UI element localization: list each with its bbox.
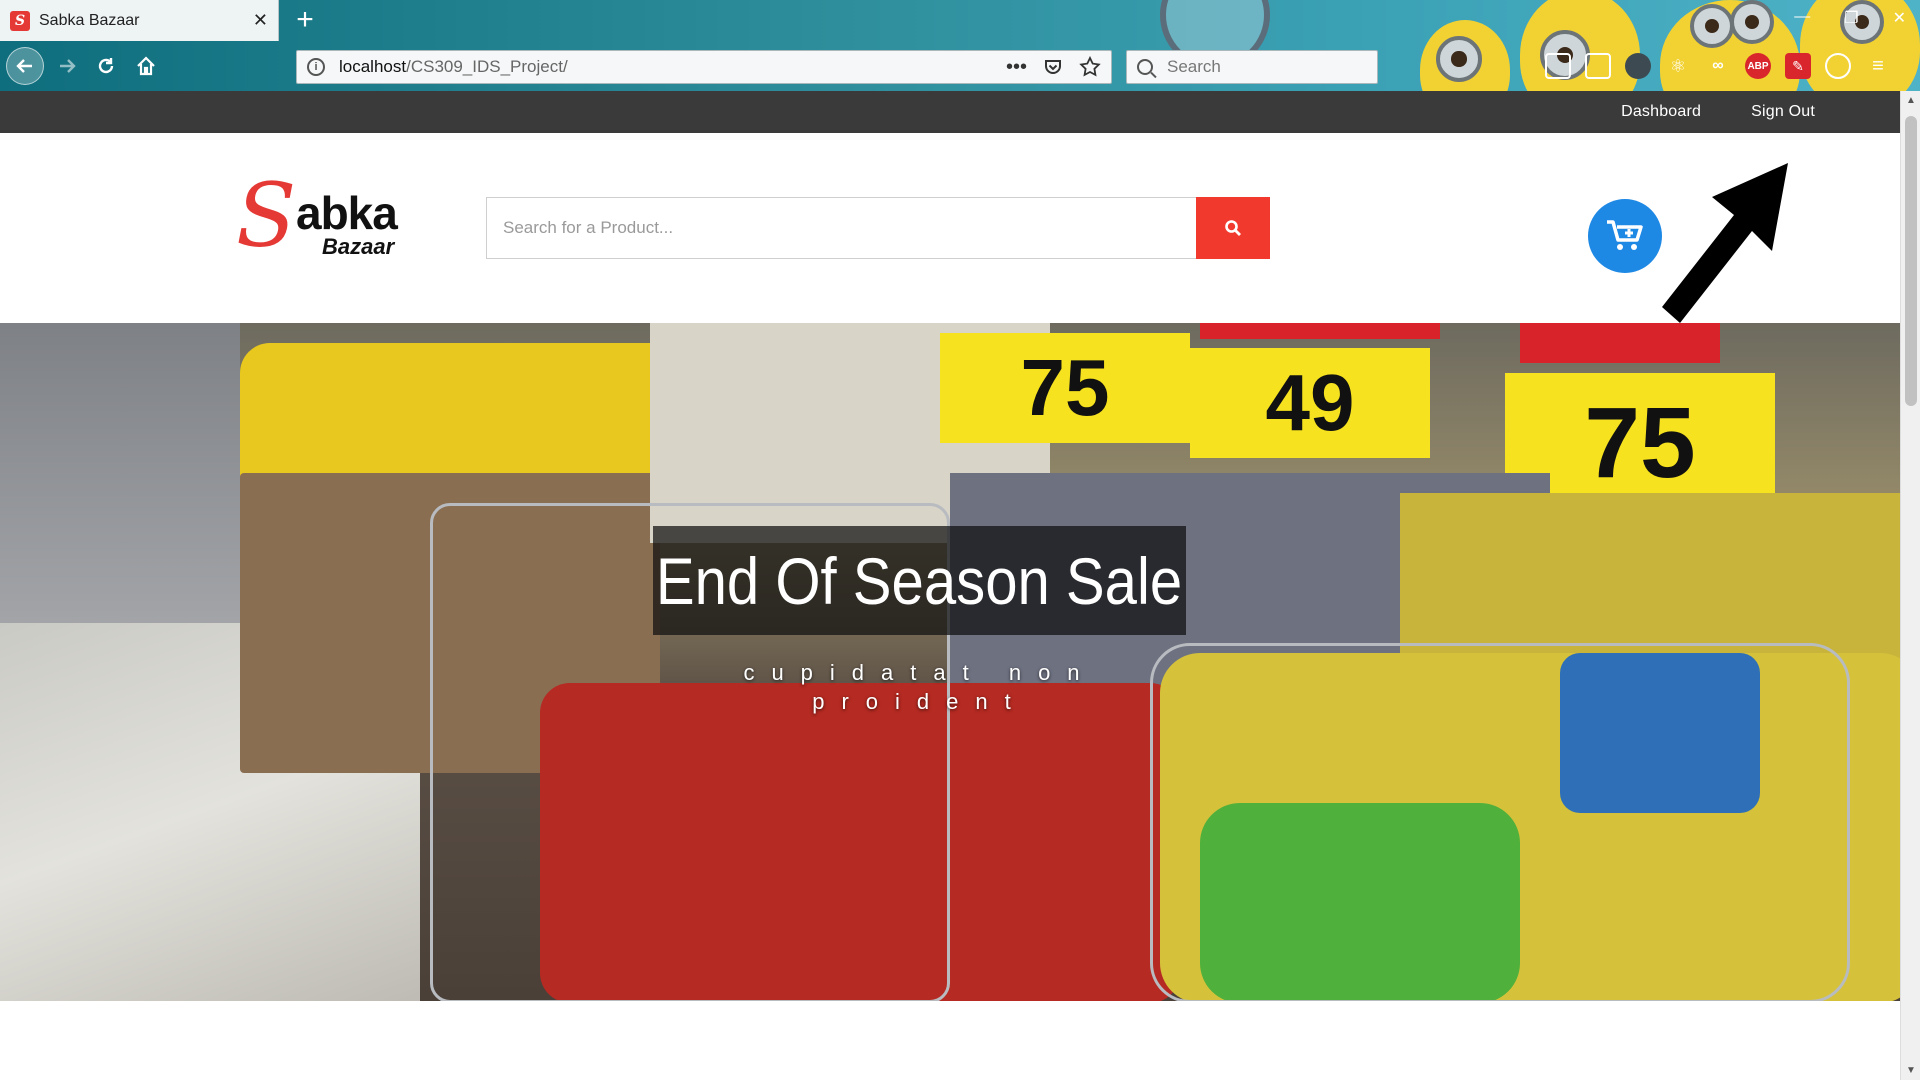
pen-icon[interactable]: ✎ [1785, 53, 1811, 79]
account-icon[interactable] [1825, 53, 1851, 79]
hero-red-band-decoration [1200, 323, 1440, 339]
page-scrollbar[interactable]: ▲ ▼ [1900, 91, 1920, 1080]
sidebar-icon[interactable] [1585, 53, 1611, 79]
site-topbar: Dashboard Sign Out [0, 91, 1900, 133]
window-controls: — ❐ ✕ [1794, 8, 1906, 28]
product-search [486, 197, 1270, 259]
browser-search-placeholder: Search [1167, 57, 1221, 76]
pocket-icon[interactable] [1043, 57, 1063, 77]
hero-cart-decoration [1150, 643, 1850, 1001]
atom-icon[interactable]: ⚛ [1665, 53, 1691, 79]
menu-icon[interactable]: ≡ [1865, 53, 1891, 79]
scrollbar-thumb[interactable] [1905, 116, 1917, 406]
search-icon [1225, 220, 1241, 236]
annotation-arrow-icon [1662, 163, 1788, 323]
tab-sabka-bazaar[interactable]: S Sabka Bazaar ✕ [0, 0, 279, 41]
reload-button[interactable] [87, 47, 125, 85]
browser-search-bar[interactable]: Search [1126, 50, 1378, 84]
extension-toolbar: ⚛ ∞ ABP ✎ ≡ [1545, 53, 1891, 79]
price-tag: 49 [1190, 348, 1430, 458]
dashboard-link[interactable]: Dashboard [1621, 103, 1701, 121]
site-header: S abka Bazaar [0, 133, 1900, 323]
hero-red-band-decoration [1520, 323, 1720, 363]
logo-s-glyph: S [236, 164, 297, 267]
scroll-up-icon[interactable]: ▲ [1906, 95, 1916, 106]
back-button[interactable] [6, 47, 44, 85]
new-tab-button[interactable]: + [288, 4, 322, 38]
page-content-below-hero [0, 1001, 1900, 1080]
close-tab-icon[interactable]: ✕ [253, 10, 268, 31]
more-actions-icon[interactable]: ••• [1006, 56, 1027, 79]
url-bar[interactable]: i localhost /CS309_IDS_Project/ ••• [296, 50, 1112, 84]
glasses-icon[interactable]: ∞ [1705, 53, 1731, 79]
search-icon [1137, 59, 1153, 75]
logo-word-bazaar: Bazaar [322, 234, 395, 259]
hero-banner: 75 49 75 End Of Season Sale cupidatat no… [0, 323, 1900, 1001]
home-button[interactable] [127, 47, 165, 85]
maximize-icon[interactable]: ❐ [1844, 8, 1858, 28]
abp-icon[interactable]: ABP [1745, 53, 1771, 79]
product-search-button[interactable] [1196, 197, 1270, 259]
hero-title-box: End Of Season Sale [653, 526, 1186, 635]
scroll-down-icon[interactable]: ▼ [1906, 1065, 1916, 1076]
hero-title: End Of Season Sale [656, 543, 1183, 618]
hero-subtitle: cupidatat non proident [743, 660, 1097, 714]
site-logo[interactable]: S abka Bazaar [236, 172, 406, 268]
logo-word-sabka: abka [296, 187, 398, 239]
library-icon[interactable] [1545, 53, 1571, 79]
forward-button[interactable] [48, 47, 86, 85]
minimize-icon[interactable]: — [1794, 8, 1810, 28]
cart-button[interactable] [1588, 199, 1662, 273]
arrow-left-icon [16, 59, 32, 73]
shopping-cart-icon [1607, 220, 1643, 250]
favicon-icon: S [10, 10, 30, 31]
page-viewport: Dashboard Sign Out S abka Bazaar Search … [0, 91, 1900, 1080]
browser-chrome: S Sabka Bazaar ✕ + i localhost /CS309_ID… [0, 0, 1920, 91]
url-host: localhost [339, 57, 407, 76]
url-path: /CS309_IDS_Project/ [406, 57, 568, 76]
bookmark-star-icon[interactable] [1079, 56, 1101, 78]
product-search-input[interactable] [486, 197, 1196, 259]
reload-icon [98, 58, 114, 74]
price-tag: 75 [940, 333, 1190, 443]
info-icon[interactable]: i [307, 58, 325, 76]
home-icon [137, 56, 155, 76]
browser-navbar: i localhost /CS309_IDS_Project/ ••• Sear… [0, 41, 1920, 91]
arrow-right-icon [60, 59, 76, 73]
tab-strip: S Sabka Bazaar ✕ + [0, 0, 1920, 41]
tab-title: Sabka Bazaar [39, 11, 140, 29]
url-actions: ••• [1006, 56, 1101, 79]
close-window-icon[interactable]: ✕ [1893, 8, 1906, 28]
sign-out-link[interactable]: Sign Out [1751, 103, 1815, 121]
gamepad-icon[interactable] [1625, 53, 1651, 79]
hero-shelf-decoration [0, 323, 240, 623]
